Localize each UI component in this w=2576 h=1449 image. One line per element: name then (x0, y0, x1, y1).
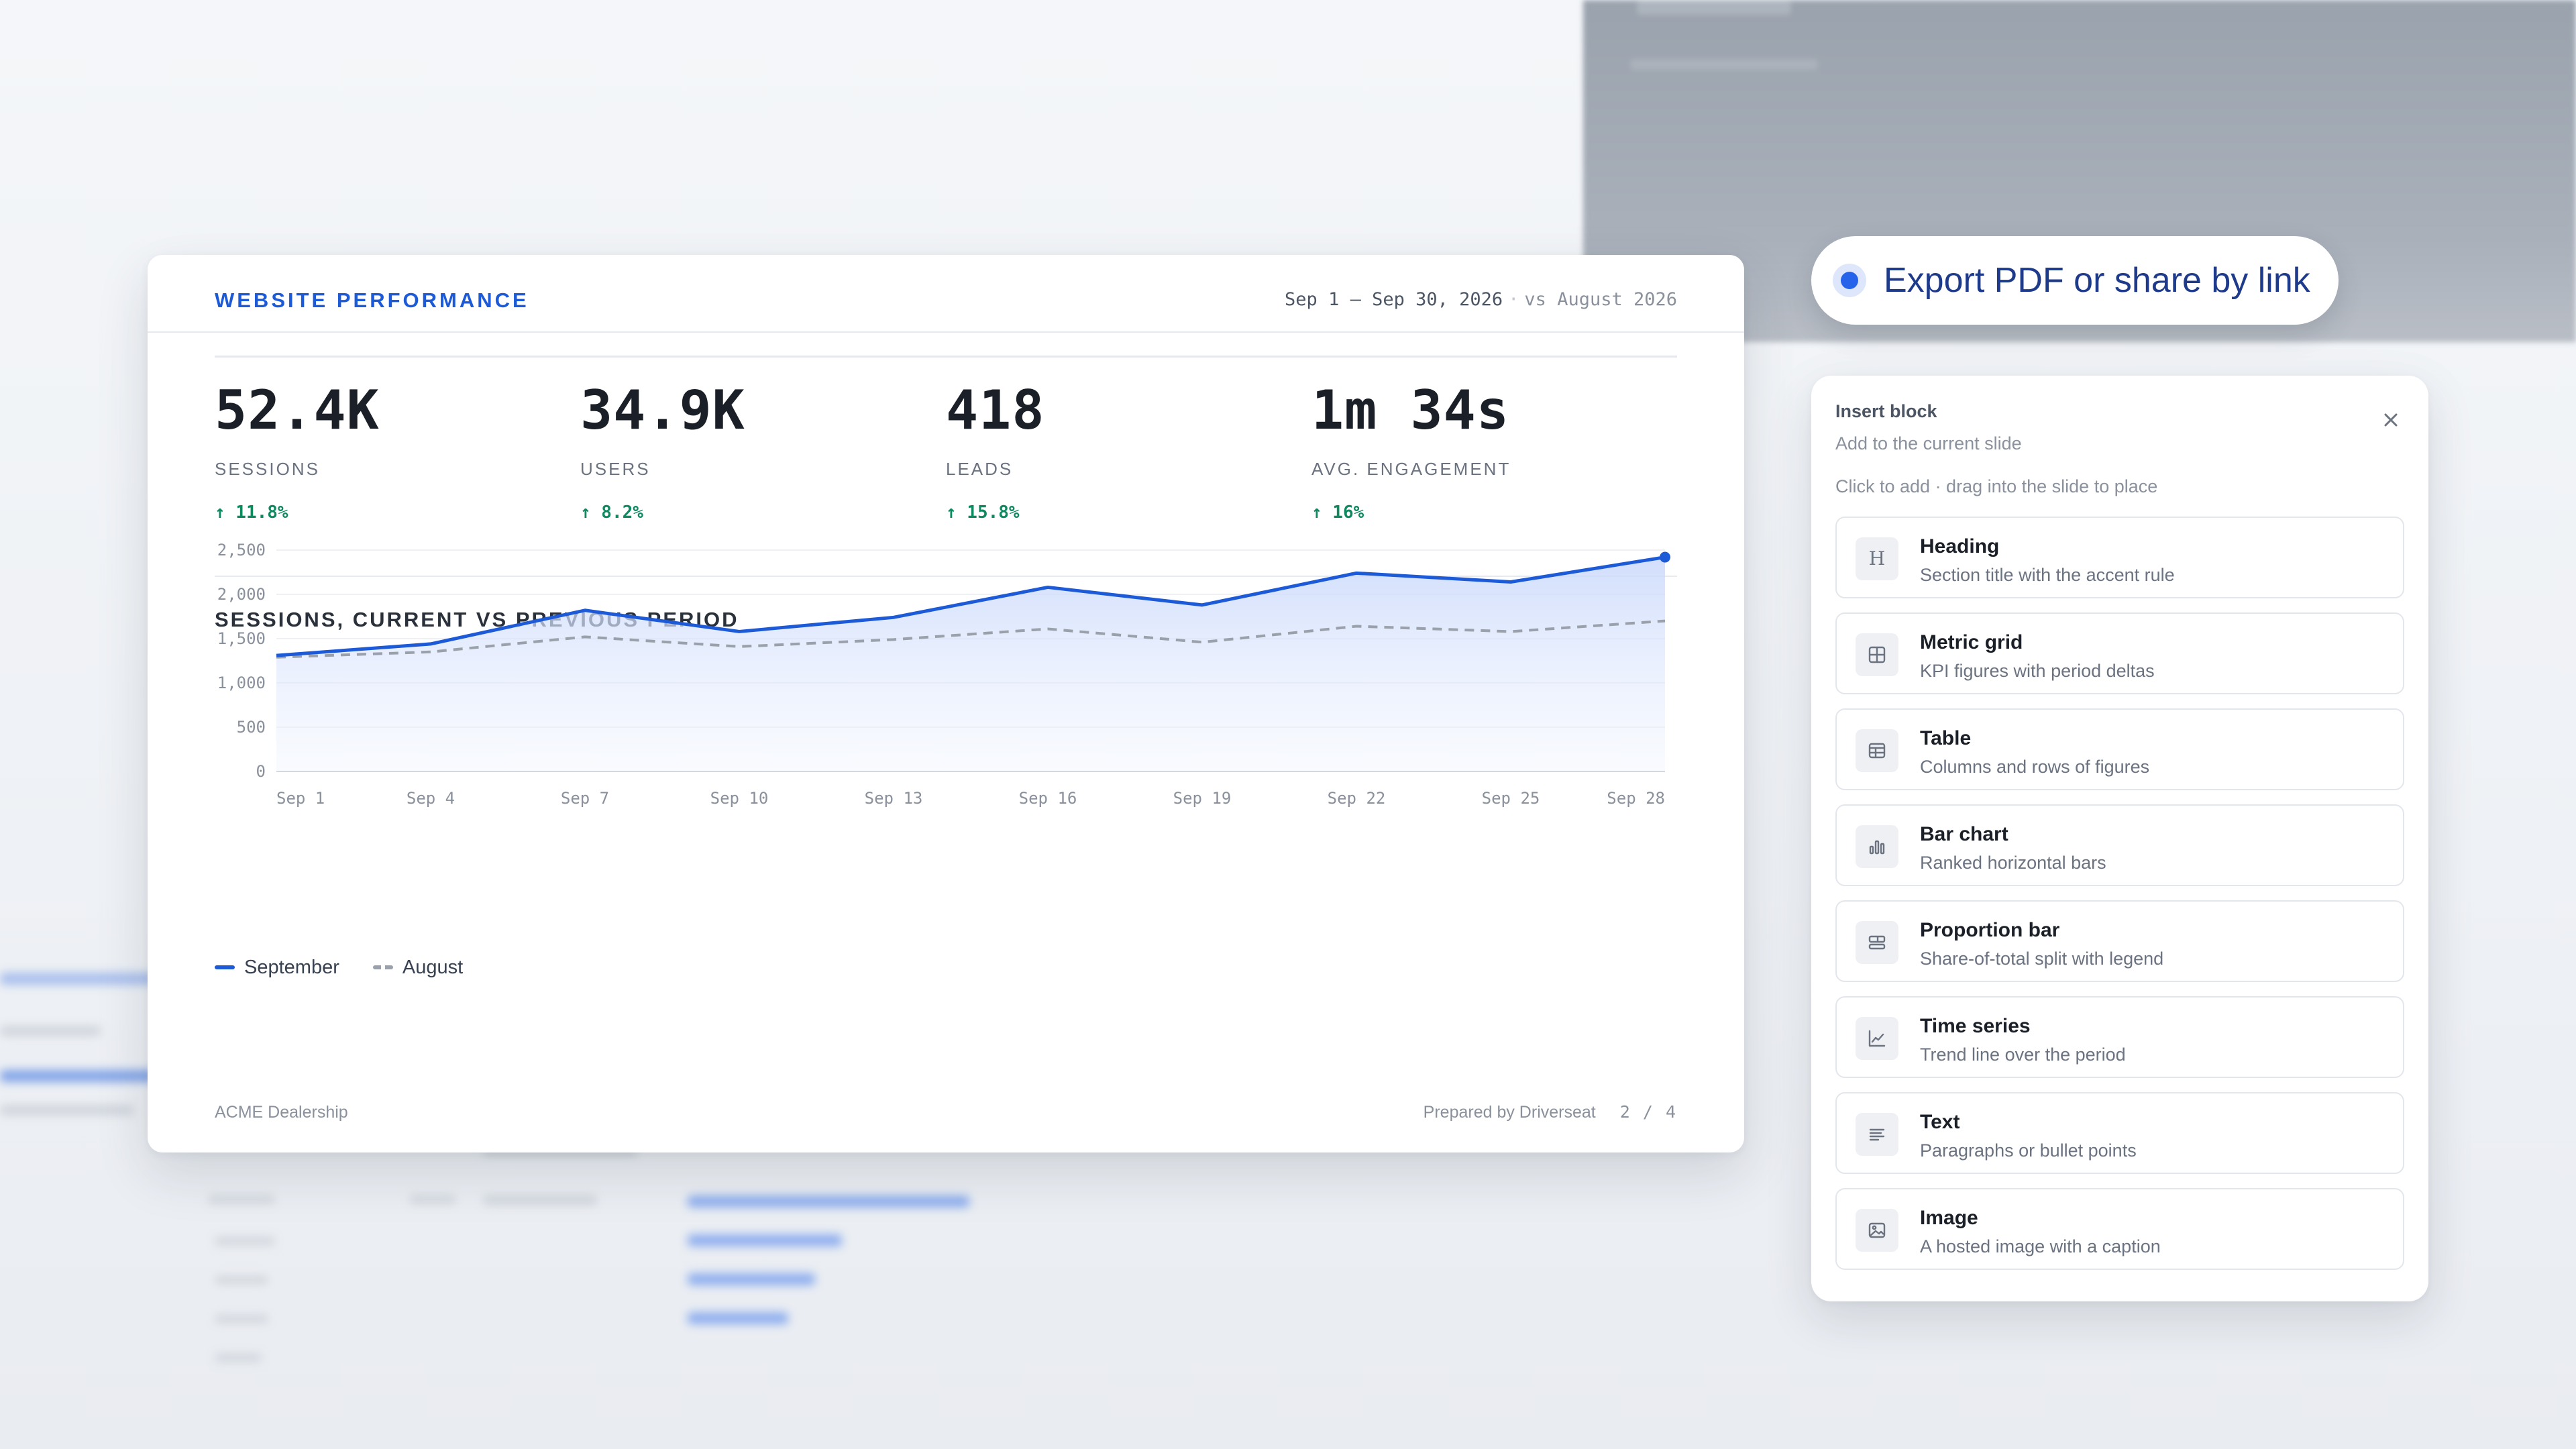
block-list: H Heading Section title with the accent … (1835, 517, 2404, 1284)
svg-text:H: H (1869, 547, 1885, 570)
series-area-september (276, 557, 1665, 771)
status-dot-icon (1833, 264, 1866, 297)
close-icon[interactable] (2379, 408, 2403, 432)
panel-title: Insert block (1835, 401, 1937, 421)
legend-swatch-solid (215, 965, 235, 969)
x-tick-label: Sep 4 (407, 789, 455, 808)
block-option-image[interactable]: Image A hosted image with a caption (1835, 1188, 2404, 1270)
block-option-bar-chart[interactable]: Bar chart Ranked horizontal bars (1835, 804, 2404, 886)
block-description: Columns and rows of figures (1920, 757, 2150, 777)
bar-chart-icon (1856, 825, 1898, 868)
legend-swatch-dashed (372, 965, 393, 969)
page-indicator: 2 / 4 (1619, 1102, 1677, 1122)
export-share-label: Export PDF or share by link (1884, 261, 2310, 300)
legend-item-september: September (215, 957, 339, 979)
legend-label: September (244, 956, 339, 978)
text-lines-icon (1856, 1113, 1898, 1156)
block-name: Bar chart (1920, 823, 2008, 845)
block-description: Trend line over the period (1920, 1044, 2126, 1065)
time-series-chart: 0 500 1,000 1,500 2,000 2,500 Sep 1 Sep 4 Sep 7 S… (217, 541, 1670, 808)
legend-label: August (402, 956, 464, 978)
chart-legend: September August (215, 953, 491, 979)
x-tick-label: Sep 7 (561, 789, 609, 808)
grid-icon (1856, 633, 1898, 676)
table-icon (1856, 729, 1898, 772)
y-tick-label: 0 (256, 762, 266, 781)
y-tick-label: 2,500 (217, 541, 266, 559)
x-tick-label: Sep 19 (1173, 789, 1232, 808)
x-tick-label: Sep 10 (710, 789, 769, 808)
footer-prepared-by: Prepared by Driverseat (1423, 1103, 1596, 1122)
block-name: Time series (1920, 1015, 2031, 1037)
proportion-bar-icon (1856, 921, 1898, 964)
block-description: Section title with the accent rule (1920, 565, 2175, 585)
y-tick-label: 1,000 (217, 674, 266, 692)
block-name: Table (1920, 727, 1972, 749)
series-endpoint-september (1660, 551, 1670, 563)
y-tick-label: 2,000 (217, 585, 266, 604)
block-description: Share-of-total split with legend (1920, 949, 2164, 969)
block-option-proportion-bar[interactable]: Proportion bar Share-of-total split with… (1835, 900, 2404, 982)
block-option-table[interactable]: Table Columns and rows of figures (1835, 708, 2404, 790)
block-description: A hosted image with a caption (1920, 1236, 2161, 1256)
export-share-button[interactable]: Export PDF or share by link (1811, 236, 2339, 325)
y-tick-label: 1,500 (217, 629, 266, 648)
legend-item-august: August (372, 956, 464, 979)
panel-hint: Click to add · drag into the slide to pl… (1835, 476, 2158, 496)
block-description: KPI figures with period deltas (1920, 661, 2155, 681)
panel-subtitle: Add to the current slide (1835, 433, 2022, 453)
block-name: Image (1920, 1207, 1978, 1229)
y-tick-label: 500 (237, 718, 266, 737)
insert-block-panel: Insert block Add to the current slide Cl… (1811, 376, 2428, 1301)
block-name: Metric grid (1920, 631, 2023, 653)
block-option-text[interactable]: Text Paragraphs or bullet points (1835, 1092, 2404, 1174)
trend-line-icon (1856, 1017, 1898, 1060)
block-option-time-series[interactable]: Time series Trend line over the period (1835, 996, 2404, 1078)
background-ghost-text (1637, 0, 1791, 15)
heading-icon: H (1856, 537, 1898, 580)
block-name: Heading (1920, 535, 2000, 557)
x-tick-label: Sep 1 (276, 789, 325, 808)
x-tick-label: Sep 13 (865, 789, 923, 808)
block-name: Text (1920, 1111, 1960, 1133)
block-option-metric-grid[interactable]: Metric grid KPI figures with period delt… (1835, 612, 2404, 694)
block-name: Proportion bar (1920, 919, 2060, 941)
x-tick-label: Sep 28 (1607, 789, 1665, 808)
footer-client: ACME Dealership (215, 1103, 348, 1122)
block-description: Ranked horizontal bars (1920, 853, 2106, 873)
block-description: Paragraphs or bullet points (1920, 1140, 2137, 1161)
footer-right: Prepared by Driverseat 2 / 4 (1424, 1102, 1677, 1122)
block-option-heading[interactable]: H Heading Section title with the accent … (1835, 517, 2404, 598)
report-slide: WEBSITE PERFORMANCE Sep 1 – Sep 30, 2026… (148, 255, 1744, 1152)
image-icon (1856, 1209, 1898, 1252)
x-tick-label: Sep 22 (1328, 789, 1386, 808)
background-ghost-text (1630, 59, 1818, 70)
x-tick-label: Sep 16 (1019, 789, 1077, 808)
x-tick-label: Sep 25 (1482, 789, 1540, 808)
